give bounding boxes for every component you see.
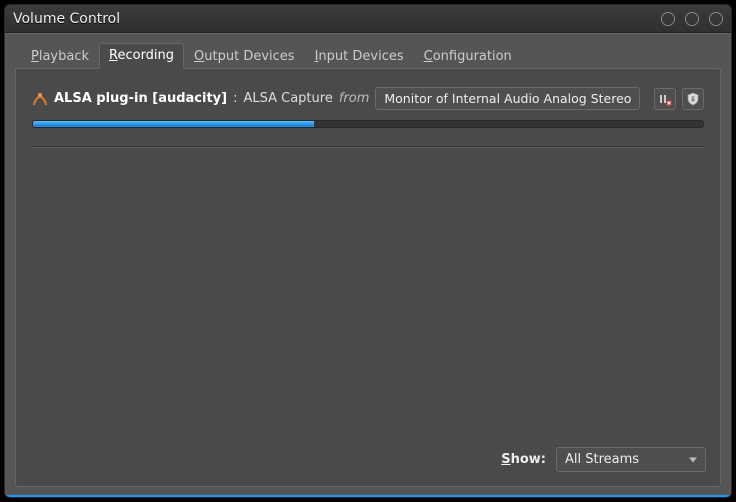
volume-slider[interactable]: [32, 120, 704, 128]
tab-input-devices[interactable]: Input Devices: [305, 44, 414, 69]
mute-button[interactable]: [654, 88, 676, 110]
show-label: Show:: [501, 452, 546, 467]
show-dropdown-value: All Streams: [565, 452, 639, 467]
app-icon: [32, 91, 48, 107]
show-dropdown[interactable]: All Streams: [556, 447, 706, 472]
lock-channels-button[interactable]: [682, 88, 704, 110]
stream-app-name: ALSA plug-in [audacity]: [54, 91, 227, 106]
from-label: from: [339, 91, 370, 106]
recording-stream: ALSA plug-in [audacity] : ALSA Capture f…: [30, 83, 706, 140]
client-area: Playback Recording Output Devices Input …: [5, 33, 731, 497]
titlebar[interactable]: Volume Control: [5, 5, 731, 33]
footer: Show: All Streams: [30, 441, 706, 472]
tab-bar: Playback Recording Output Devices Input …: [15, 44, 721, 68]
maximize-button[interactable]: [685, 12, 699, 26]
tab-recording[interactable]: Recording: [99, 43, 184, 69]
stream-description: ALSA Capture: [243, 91, 332, 106]
tab-configuration[interactable]: Configuration: [414, 44, 522, 69]
shield-icon: [686, 92, 700, 106]
tab-output-devices[interactable]: Output Devices: [184, 44, 305, 69]
close-button[interactable]: [709, 12, 723, 26]
stream-header-row: ALSA plug-in [audacity] : ALSA Capture f…: [32, 87, 704, 110]
window: Volume Control Playback Recording Output…: [4, 4, 732, 498]
minimize-button[interactable]: [661, 12, 675, 26]
tab-playback[interactable]: Playback: [21, 44, 99, 69]
window-title: Volume Control: [13, 11, 661, 27]
volume-fill: [33, 121, 314, 127]
mute-icon: [658, 92, 672, 106]
window-buttons: [661, 12, 723, 26]
colon: :: [233, 91, 237, 106]
separator: [30, 146, 706, 148]
tab-panel-recording: ALSA plug-in [audacity] : ALSA Capture f…: [15, 68, 721, 487]
source-select[interactable]: Monitor of Internal Audio Analog Stereo: [375, 87, 640, 110]
